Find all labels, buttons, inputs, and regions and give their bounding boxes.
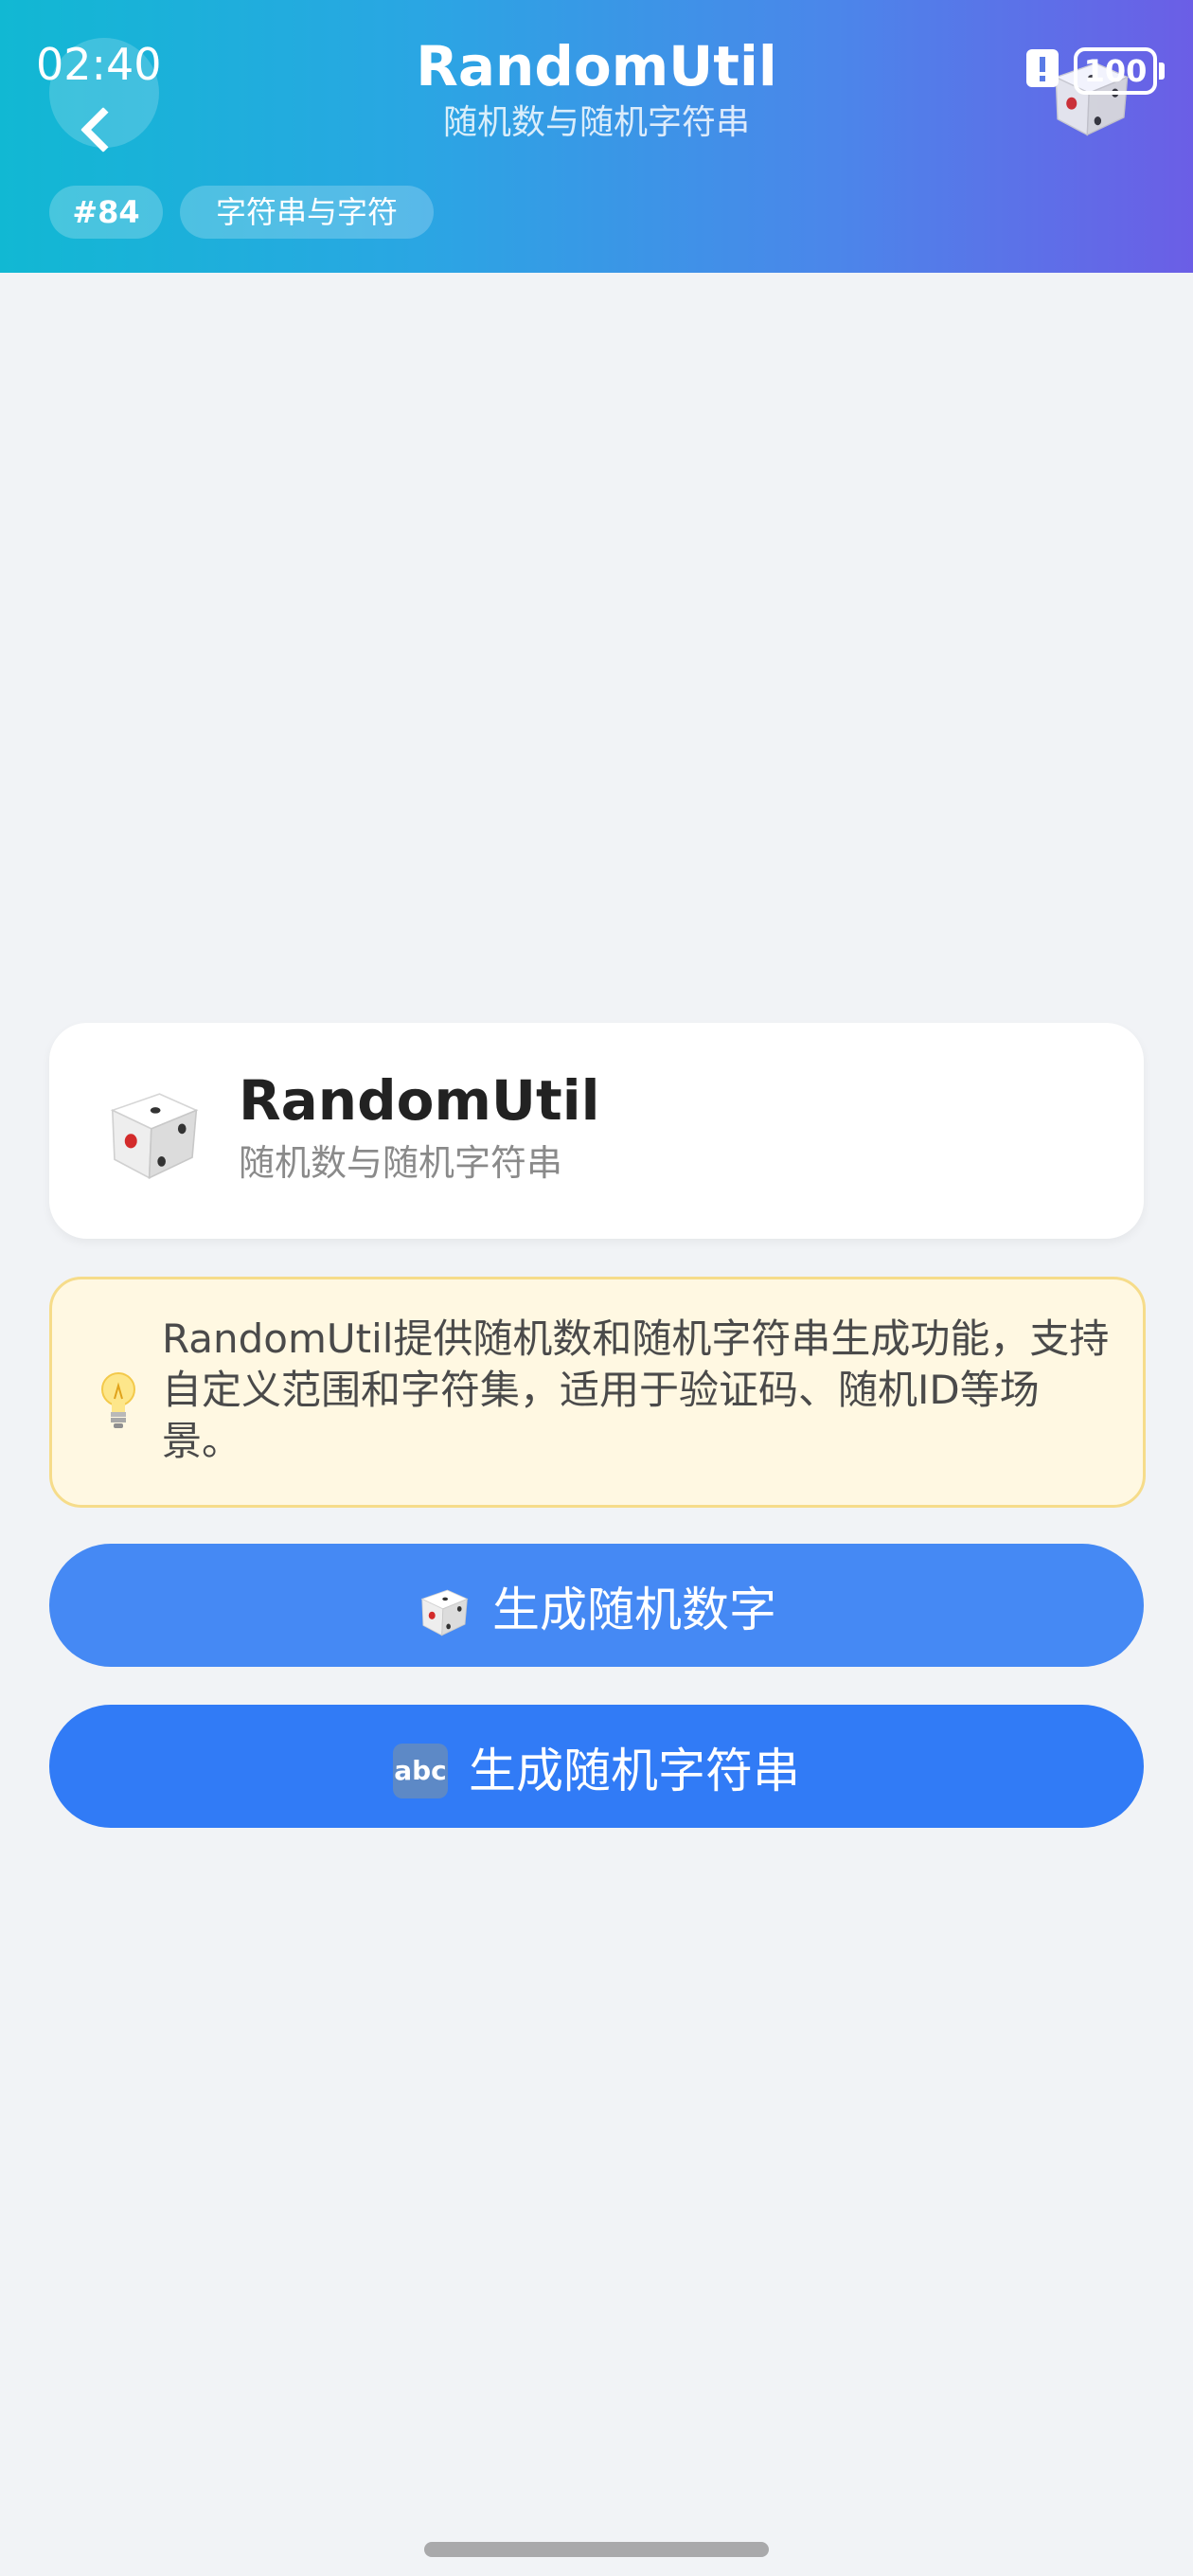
dice-icon (111, 1093, 198, 1179)
tag-chip-category: 字符串与字符 (180, 186, 434, 239)
battery-indicator: 100 (1074, 47, 1165, 95)
generate-random-number-button[interactable]: 生成随机数字 (49, 1544, 1144, 1667)
home-indicator[interactable] (424, 2542, 769, 2557)
page-subtitle: 随机数与随机字符串 (442, 103, 750, 142)
dice-icon (421, 1589, 468, 1637)
card-subtitle: 随机数与随机字符串 (239, 1142, 563, 1184)
info-card: RandomUtil 随机数与随机字符串 (49, 1023, 1144, 1239)
generate-random-string-label: 生成随机字符串 (469, 1744, 800, 1799)
battery-alert-icon (1026, 49, 1059, 87)
generate-random-string-button[interactable]: abc 生成随机字符串 (49, 1705, 1144, 1828)
light-bulb-icon (101, 1372, 135, 1428)
generate-random-number-label: 生成随机数字 (492, 1583, 776, 1638)
status-bar-time: 02:40 (36, 39, 162, 90)
card-title: RandomUtil (239, 1068, 600, 1133)
tip-box: RandomUtil提供随机数和随机字符串生成功能，支持自定义范围和字符集，适用… (49, 1277, 1146, 1508)
abc-icon: abc (393, 1744, 448, 1799)
tip-text: RandomUtil提供随机数和随机字符串生成功能，支持自定义范围和字符集，适用… (162, 1315, 1110, 1464)
page-title: RandomUtil (416, 34, 777, 98)
app-header: 02:40 RandomUtil 随机数与随机字符串 100 #84 字符串与字… (0, 0, 1193, 273)
tag-chip-id: #84 (49, 186, 163, 239)
